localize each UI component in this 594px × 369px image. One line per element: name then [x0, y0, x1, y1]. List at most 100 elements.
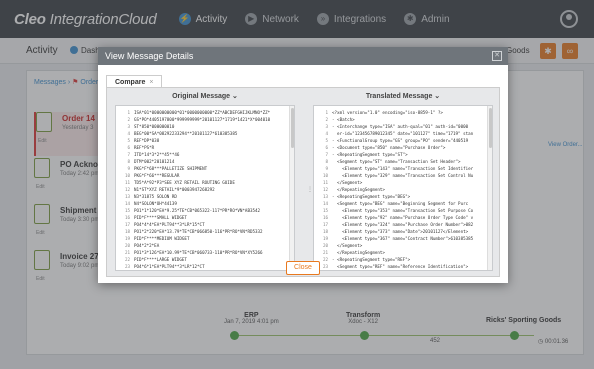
translated-message-title[interactable]: Translated Message ⌄ — [313, 92, 493, 100]
line-number: 9 — [325, 166, 328, 171]
line-text: PID*F****SMALL WIDGET — [134, 215, 187, 220]
line-text: TD5*A*92*P3*SEE XYZ RETAIL ROUTING GUIDE — [134, 180, 235, 185]
line-text: - <Interchange type="ISA" auth-qual="01"… — [332, 124, 469, 129]
line-number: 5 — [325, 138, 328, 143]
line-number: 1 — [127, 110, 130, 115]
line-text: </RepeatingSegment> — [332, 187, 385, 192]
line-text: N1*ST*XYZ RETAIL*9*0003947268292 — [134, 187, 215, 192]
code-line: 24PO1*4*76*EA*4.35*TE*CB*065388-116*PR*R… — [116, 270, 294, 271]
line-number: 12 — [124, 187, 130, 192]
original-message-title[interactable]: Original Message ⌄ — [115, 92, 295, 100]
code-line: 9 <Element type="143" name="Transaction … — [314, 165, 492, 172]
code-line: 19 PID*F****MEDIUM WIDGET — [116, 235, 294, 242]
line-text: </RepeatingSegment> — [332, 250, 385, 255]
chevron-down-icon: ⌄ — [434, 93, 441, 100]
code-line: 18 <Element type="373" name="Date">20101… — [314, 228, 492, 235]
line-number: 12 — [322, 187, 328, 192]
line-text: <Segment type="ST" name="Transaction Set… — [332, 159, 461, 164]
code-line: 12 </RepeatingSegment> — [314, 186, 492, 193]
dialog-title: View Message Details — [105, 51, 194, 61]
line-text: PO4*4*4*EA*PLT94**3*LR*15*CT — [134, 222, 205, 227]
line-text: <Element type="367" name="Contract Numbe… — [332, 236, 474, 241]
line-number: 2 — [325, 117, 328, 122]
close-button[interactable]: Close — [286, 261, 320, 275]
line-number: 13 — [322, 194, 328, 199]
code-line: 16 PID*F****SMALL WIDGET — [116, 214, 294, 221]
line-text: N4*SOLON*OH*44139 — [134, 201, 177, 206]
code-line: 9 PKG*F*68***PALLETIZE SHIPMENT — [116, 165, 294, 172]
scrollbar[interactable] — [487, 106, 492, 270]
line-number: 19 — [124, 236, 130, 241]
line-number: 10 — [322, 173, 328, 178]
code-line: 14 N4*SOLON*OH*44139 — [116, 200, 294, 207]
line-text: REF*DP*038 — [134, 138, 160, 143]
code-line: 14 <Segment type="BEG" name="Beginning S… — [314, 200, 492, 207]
code-line: 16 <Element type="92" name="Purchase Ord… — [314, 214, 492, 221]
scrollbar[interactable] — [289, 106, 294, 270]
line-text: PO1*1*120*EA*9.25*TE*CB*065322-117*PR*RO… — [134, 208, 261, 213]
line-text: PO4*2*2*EA — [134, 243, 160, 248]
code-line: 15 <Element type="353" name="Transaction… — [314, 207, 492, 214]
line-number: 22 — [124, 257, 130, 262]
line-text: DTM*002*20101214 — [134, 159, 175, 164]
line-text: N3*31875 SOLON RD — [134, 194, 177, 199]
line-number: 2 — [127, 117, 130, 122]
line-text: </Segment> — [332, 243, 363, 248]
line-number: 17 — [322, 222, 328, 227]
line-number: 20 — [322, 243, 328, 248]
code-line: 4 er-id="123456789012345" date="101127" … — [314, 130, 492, 137]
line-number: 13 — [124, 194, 130, 199]
code-line: 18 PO1*2*220*EA*13.79*TE*CB*066850-116*PR… — [116, 228, 294, 235]
code-line: 12 N1*ST*XYZ RETAIL*9*0003947268292 — [116, 186, 294, 193]
line-text: <?xml version="1.0" encoding="iso-8859-1… — [332, 110, 443, 115]
original-message-pane[interactable]: 1 ISA*01*0000000000*01*0000000000*ZZ*ABCD… — [115, 105, 295, 271]
line-number: 3 — [127, 124, 130, 129]
chevron-down-icon: ⌄ — [232, 93, 238, 100]
line-number: 3 — [325, 124, 328, 129]
line-text: PID*F****MEDIUM WIDGET — [134, 236, 190, 241]
line-text: <Element type="324" name="Purchase Order… — [332, 222, 474, 227]
code-line: 22- <RepeatingSegment type="REF"> — [314, 256, 492, 263]
close-icon[interactable]: ✕ — [492, 51, 502, 61]
code-line: 7 - <RepeatingSegment type="ST"> — [314, 151, 492, 158]
line-text: PO1*2*220*EA*13.79*TE*CB*066850-116*PR*R… — [134, 229, 263, 234]
line-text: - <RepeatingSegment type="REF"> — [332, 257, 411, 262]
line-number: 23 — [124, 264, 130, 269]
line-number: 17 — [124, 222, 130, 227]
code-line: 7 ITD*14*3*2**45**46 — [116, 151, 294, 158]
line-text: <Element type="329" name="Transaction Se… — [332, 173, 474, 178]
code-line: 20 PO4*2*2*EA — [116, 242, 294, 249]
line-number: 24 — [116, 270, 130, 271]
line-text: GS*PO*4405197800*999999999*20101127*1719… — [134, 117, 271, 122]
view-message-details-dialog: View Message Details ✕ Compare × Original… — [98, 47, 508, 283]
line-text: er-id="123456789012345" date="101127" ti… — [332, 131, 474, 136]
code-line: 11 TD5*A*92*P3*SEE XYZ RETAIL ROUTING GUI… — [116, 179, 294, 186]
line-text: <Element type="373" name="Date">20101127… — [332, 229, 469, 234]
line-text: PKG*F*66***REGULAR — [134, 173, 180, 178]
line-text: ITD*14*3*2**45**46 — [134, 152, 180, 157]
line-number: 21 — [322, 250, 328, 255]
code-line: 3 ST*850*000000010 — [116, 123, 294, 130]
line-text: BEG*00*SA*08292233294**20101127*61038538… — [134, 131, 238, 136]
line-text: </Segment> — [332, 180, 363, 185]
line-text: PID*F****LARGE WIDGET — [134, 257, 187, 262]
line-number: 16 — [322, 215, 328, 220]
line-number: 16 — [124, 215, 130, 220]
code-line: 20 </Segment> — [314, 242, 492, 249]
code-line: 13 N3*31875 SOLON RD — [116, 193, 294, 200]
line-number: 8 — [325, 159, 328, 164]
translated-message-pane[interactable]: 1 <?xml version="1.0" encoding="iso-8859-… — [313, 105, 493, 271]
tab-close-icon[interactable]: × — [149, 79, 153, 86]
line-number: 7 — [127, 152, 130, 157]
line-text: - <Document type="850" name="Purchase Or… — [332, 145, 446, 150]
line-text: PO1*3*126*EA*10.99*TE*CB*060733-110*PR*R… — [134, 250, 263, 255]
line-number: 15 — [124, 208, 130, 213]
compare-panel: Original Message ⌄ 1 ISA*01*0000000000*01… — [106, 87, 500, 277]
code-line: 5 REF*DP*038 — [116, 137, 294, 144]
code-line: 19 <Element type="367" name="Contract Nu… — [314, 235, 492, 242]
line-text: - <FunctionalGroup type="GS" group="PO" … — [332, 138, 469, 143]
code-line: 3 - <Interchange type="ISA" auth-qual="01… — [314, 123, 492, 130]
line-text: ST*850*000000010 — [134, 124, 175, 129]
code-line: 13 - <RepeatingSegment type="BEG"> — [314, 193, 492, 200]
code-line: 6 - <Document type="850" name="Purchase O… — [314, 144, 492, 151]
